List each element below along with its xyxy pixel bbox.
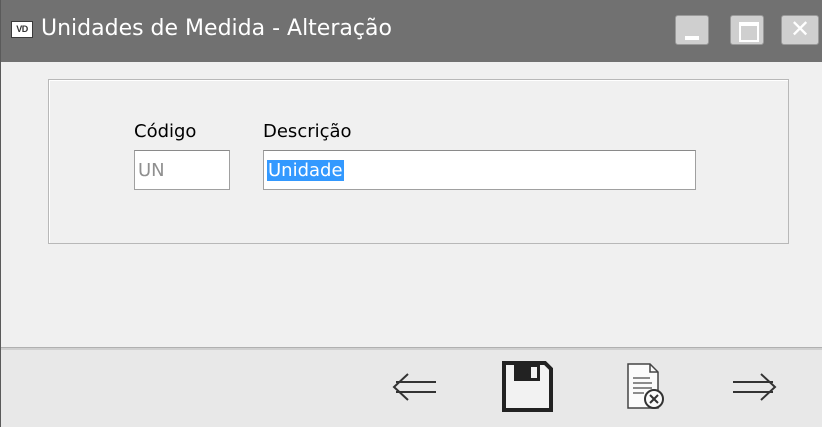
minimize-button[interactable] <box>675 15 709 45</box>
minimize-icon <box>685 36 699 40</box>
codigo-label: Código <box>134 121 197 142</box>
close-icon: ✕ <box>790 16 811 43</box>
maximize-button[interactable] <box>730 15 764 45</box>
descricao-value: Unidade <box>267 160 344 181</box>
window-title: Unidades de Medida - Alteração <box>41 16 392 41</box>
app-icon[interactable]: VD <box>11 21 33 38</box>
bottom-toolbar <box>1 350 822 427</box>
window: VD Unidades de Medida - Alteração ✕ Códi… <box>0 0 822 427</box>
cancel-document-icon <box>627 363 664 409</box>
codigo-field[interactable]: UN <box>134 150 230 190</box>
cancel-button[interactable] <box>616 360 672 414</box>
close-button[interactable]: ✕ <box>781 15 819 45</box>
descricao-field[interactable]: Unidade <box>263 150 696 190</box>
descricao-label: Descrição <box>263 121 352 142</box>
maximize-icon <box>739 22 759 42</box>
previous-button[interactable] <box>386 360 442 414</box>
arrow-right-icon <box>733 373 777 401</box>
codigo-value: UN <box>138 160 165 181</box>
save-button[interactable] <box>499 360 555 414</box>
next-button[interactable] <box>727 360 783 414</box>
title-bar[interactable]: VD Unidades de Medida - Alteração ✕ <box>1 0 822 62</box>
arrow-left-icon <box>392 373 436 401</box>
save-icon <box>502 361 553 412</box>
